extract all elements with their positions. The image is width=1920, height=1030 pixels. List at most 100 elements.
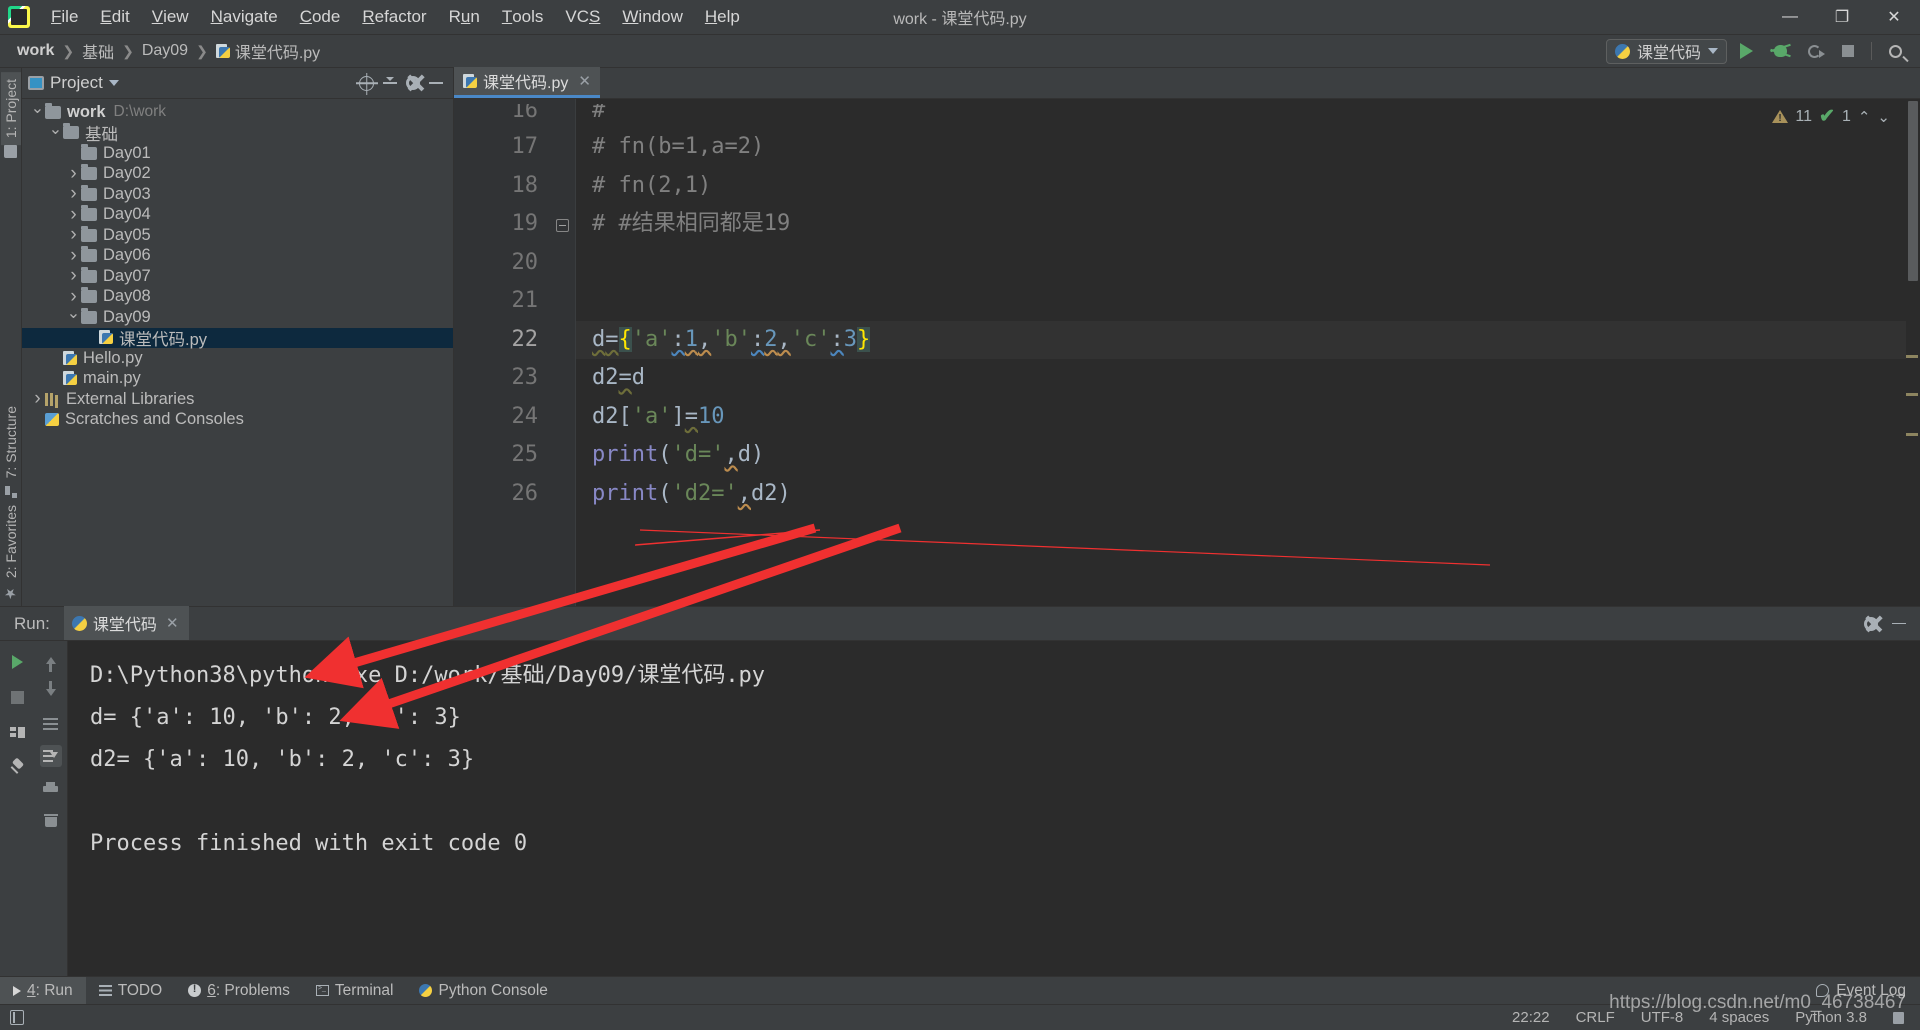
indent-setting[interactable]: 4 spaces bbox=[1709, 1009, 1769, 1026]
scrollbar-thumb[interactable] bbox=[1908, 101, 1918, 281]
editor-tab-ketangdaima[interactable]: 课堂代码.py ✕ bbox=[454, 67, 600, 98]
code-line[interactable] bbox=[576, 282, 1906, 321]
print-button[interactable] bbox=[40, 777, 62, 799]
tree-item-[interactable]: 基础 bbox=[22, 123, 453, 144]
menu-item-refactor[interactable]: Refactor bbox=[351, 0, 437, 34]
run-console-output[interactable]: D:\Python38\python.exe D:/work/基础/Day09/… bbox=[68, 641, 1920, 976]
code-line[interactable]: print('d=',d) bbox=[576, 436, 1906, 475]
fold-marker-icon[interactable] bbox=[556, 219, 569, 232]
tree-item-day08[interactable]: Day08 bbox=[22, 287, 453, 308]
tree-item-day03[interactable]: Day03 bbox=[22, 184, 453, 205]
tree-item-day04[interactable]: Day04 bbox=[22, 205, 453, 226]
code-line[interactable]: d2['a']=10 bbox=[576, 398, 1906, 437]
chevron-down-icon[interactable] bbox=[108, 80, 119, 86]
tree-item-day02[interactable]: Day02 bbox=[22, 164, 453, 185]
scrollbar-warning-marker[interactable] bbox=[1906, 433, 1918, 436]
close-button[interactable]: ✕ bbox=[1868, 0, 1920, 34]
code-line[interactable]: d2=d bbox=[576, 359, 1906, 398]
run-button[interactable] bbox=[1731, 37, 1761, 65]
coverage-button[interactable] bbox=[1799, 37, 1829, 65]
tree-item-work[interactable]: work D:\work bbox=[22, 102, 453, 123]
hide-panel-icon[interactable] bbox=[1892, 622, 1906, 625]
menu-item-vcs[interactable]: VC S bbox=[554, 0, 611, 34]
code-folding-gutter[interactable] bbox=[552, 99, 576, 606]
close-icon[interactable]: ✕ bbox=[578, 72, 591, 90]
event-log-label[interactable]: Event Log bbox=[1836, 982, 1906, 1000]
tree-item-day07[interactable]: Day07 bbox=[22, 266, 453, 287]
menu-item-code[interactable]: Code bbox=[289, 0, 352, 34]
menu-item-window[interactable]: Window bbox=[611, 0, 693, 34]
tree-item-py[interactable]: 课堂代码.py bbox=[22, 327, 453, 349]
inspection-widget[interactable]: 11 ✔ 1 ⌃ ⌄ bbox=[1772, 105, 1890, 128]
run-configuration-selector[interactable]: 课堂代码 bbox=[1605, 38, 1727, 64]
breadcrumb-item-day09[interactable]: Day09 bbox=[137, 41, 193, 61]
menu-item-navigate[interactable]: Navigate bbox=[200, 0, 289, 34]
sidebar-item-project[interactable]: 1: Project bbox=[0, 72, 21, 146]
tool-window-python-console[interactable]: Python Console bbox=[406, 977, 560, 1004]
menu-item-help[interactable]: Help bbox=[694, 0, 751, 34]
tool-window-todo[interactable]: TODO bbox=[86, 977, 176, 1004]
down-the-stack-button[interactable] bbox=[40, 680, 62, 703]
tool-window-problems[interactable]: 6: Problems bbox=[175, 977, 303, 1004]
tree-item-day06[interactable]: Day06 bbox=[22, 246, 453, 267]
python-interpreter[interactable]: Python 3.8 bbox=[1795, 1009, 1867, 1026]
debug-button[interactable] bbox=[1765, 37, 1795, 65]
menu-item-edit[interactable]: Edit bbox=[89, 0, 140, 34]
hide-panel-icon[interactable] bbox=[429, 82, 443, 84]
collapse-all-icon[interactable] bbox=[383, 76, 397, 90]
up-the-stack-button[interactable] bbox=[40, 649, 62, 672]
clear-all-button[interactable] bbox=[40, 809, 62, 831]
scroll-to-end-button[interactable] bbox=[39, 745, 62, 767]
tree-item-day01[interactable]: Day01 bbox=[22, 143, 453, 164]
maximize-button[interactable]: ❐ bbox=[1816, 0, 1868, 34]
chevron-up-icon[interactable]: ⌃ bbox=[1858, 108, 1871, 126]
caret-position[interactable]: 22:22 bbox=[1512, 1009, 1550, 1026]
sidebar-item-structure[interactable]: 7: Structure bbox=[1, 399, 21, 485]
code-line[interactable]: # fn(b=1,a=2) bbox=[576, 128, 1906, 167]
tree-item-day05[interactable]: Day05 bbox=[22, 225, 453, 246]
tree-item-mainpy[interactable]: main.py bbox=[22, 369, 453, 390]
tree-item-hellopy[interactable]: Hello.py bbox=[22, 348, 453, 369]
gear-icon[interactable] bbox=[406, 76, 420, 90]
menu-item-tools[interactable]: Tools bbox=[491, 0, 555, 34]
code-line[interactable]: # fn(2,1) bbox=[576, 167, 1906, 206]
rerun-button[interactable] bbox=[6, 651, 28, 673]
tool-window-run[interactable]: 4: Run bbox=[0, 977, 86, 1004]
tree-item-externallibraries[interactable]: External Libraries bbox=[22, 389, 453, 410]
code-line[interactable]: d={'a':1,'b':2,'c':3} bbox=[576, 320, 1906, 359]
editor-scrollbar[interactable] bbox=[1906, 99, 1920, 606]
code-line[interactable] bbox=[576, 244, 1906, 283]
code-line[interactable]: print('d2=',d2) bbox=[576, 475, 1906, 514]
close-icon[interactable]: ✕ bbox=[166, 614, 179, 632]
run-tab-ketangdaima[interactable]: 课堂代码 ✕ bbox=[63, 606, 189, 640]
line-separator[interactable]: CRLF bbox=[1576, 1009, 1615, 1026]
code-text-area[interactable]: # # fn(b=1,a=2) # fn(2,1) # #结果相同都是19 d={'a'… bbox=[576, 99, 1906, 606]
menu-item-view[interactable]: View bbox=[141, 0, 200, 34]
scrollbar-warning-marker[interactable] bbox=[1906, 355, 1918, 358]
chevron-down-icon[interactable]: ⌄ bbox=[1877, 108, 1890, 126]
stop-button[interactable] bbox=[1833, 37, 1863, 65]
pin-tab-button[interactable] bbox=[6, 756, 28, 778]
soft-wrap-button[interactable] bbox=[40, 713, 62, 735]
file-encoding[interactable]: UTF-8 bbox=[1641, 1009, 1684, 1026]
minimize-button[interactable]: — bbox=[1764, 0, 1816, 34]
lock-icon[interactable] bbox=[1893, 1011, 1904, 1024]
memory-indicator-icon[interactable] bbox=[10, 1010, 24, 1025]
breadcrumb-item-work[interactable]: work bbox=[12, 41, 59, 61]
gear-icon[interactable] bbox=[1864, 616, 1878, 631]
layout-button[interactable] bbox=[6, 721, 28, 743]
scroll-from-source-icon[interactable] bbox=[359, 75, 374, 91]
sidebar-item-favorites[interactable]: 2: Favorites bbox=[1, 498, 21, 585]
breadcrumb-item-file[interactable]: 课堂代码.py bbox=[211, 38, 325, 64]
project-tree[interactable]: work D:\work 基础 Day01 Day02 Day03 Day04 Day05 Da… bbox=[22, 99, 453, 606]
menu-bar[interactable]: File Edit View Navigate Code Refactor Ru… bbox=[40, 0, 751, 34]
code-line[interactable]: # #结果相同都是19 bbox=[576, 205, 1906, 244]
tree-item-scratchesandconsoles[interactable]: Scratches and Consoles bbox=[22, 410, 453, 431]
scrollbar-warning-marker[interactable] bbox=[1906, 393, 1918, 396]
code-line[interactable]: # bbox=[576, 104, 1906, 128]
tool-window-terminal[interactable]: Terminal bbox=[303, 977, 407, 1004]
tree-item-day09[interactable]: Day09 bbox=[22, 307, 453, 328]
breadcrumb-item-jichu[interactable]: 基础 bbox=[77, 38, 119, 64]
menu-item-file[interactable]: File bbox=[40, 0, 89, 34]
menu-item-run[interactable]: Run bbox=[438, 0, 491, 34]
